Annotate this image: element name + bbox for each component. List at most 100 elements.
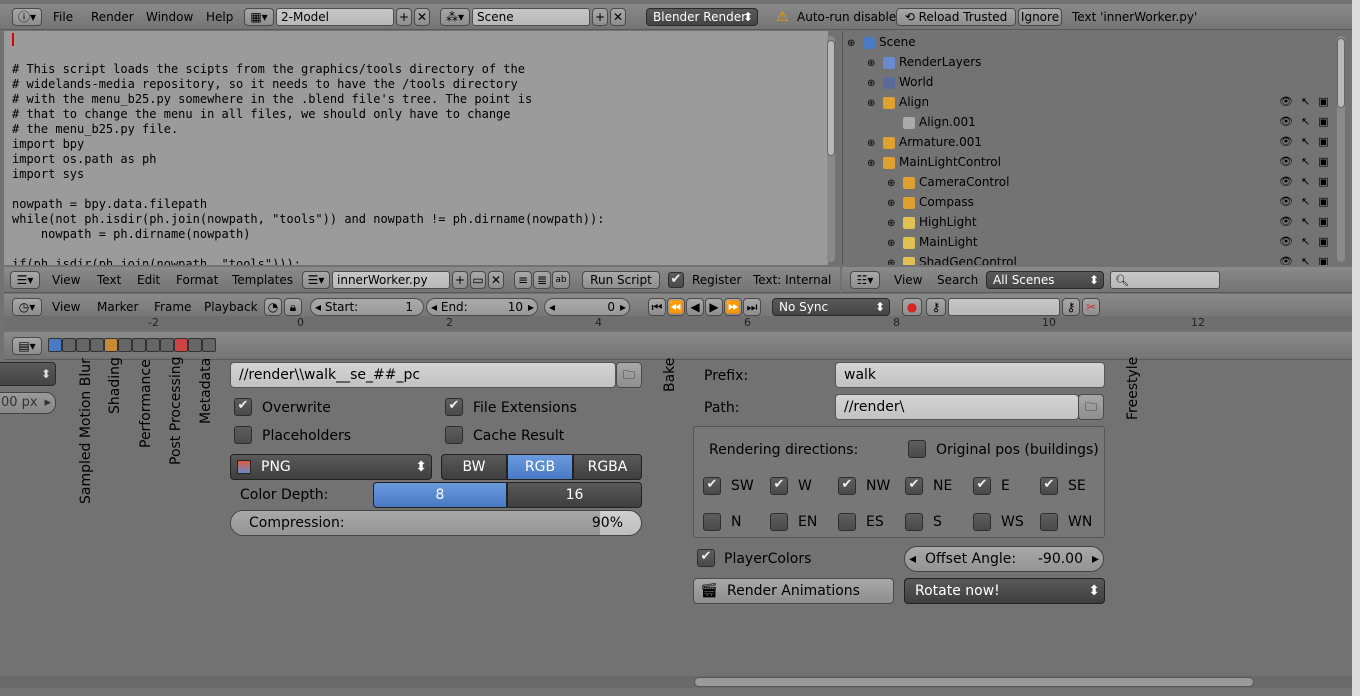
prev-keyframe-button[interactable]: ⏪ <box>667 298 685 316</box>
cursor-icon[interactable]: ↖ <box>1301 175 1318 188</box>
menu-format[interactable]: Format <box>176 273 218 287</box>
menu-view[interactable]: View <box>894 273 922 287</box>
visibility-toggles[interactable]: 👁︎↖▣ <box>1279 172 1336 192</box>
camera-icon[interactable]: ▣ <box>1318 175 1336 188</box>
placeholders-checkbox[interactable] <box>234 426 252 444</box>
text-file-field[interactable]: innerWorker.py <box>332 271 450 289</box>
expand-icon[interactable]: ⊕ <box>887 254 899 265</box>
expand-icon[interactable]: ⊕ <box>887 214 899 234</box>
eye-icon[interactable]: 👁︎ <box>1279 195 1301 208</box>
output-path-field[interactable]: //render\\walk__se_##_pc <box>230 362 616 388</box>
output-path-browse-button[interactable]: 🗀 <box>616 362 642 388</box>
outliner-row[interactable]: ⊕ Armature.001 <box>867 132 982 152</box>
layout-icon-button[interactable]: ▦▾ <box>244 8 274 26</box>
rotate-now-select[interactable]: Rotate now! ⬍ <box>904 578 1105 604</box>
render-animations-button[interactable]: 🎬︎ Render Animations <box>693 578 894 604</box>
keying-set-icon-button[interactable]: ⚷ <box>926 298 946 316</box>
cursor-icon[interactable]: ↖ <box>1301 95 1318 108</box>
particles-icon[interactable] <box>188 337 202 352</box>
outliner-row[interactable]: ⊕ Compass <box>887 192 974 212</box>
outliner-row[interactable]: ⊕ MainLight <box>887 232 978 252</box>
direction-checkbox[interactable] <box>905 513 923 531</box>
timeline-ruler[interactable]: -2 0 2 4 6 8 10 12 <box>4 316 1352 330</box>
scrollbar-thumb[interactable] <box>1337 38 1345 108</box>
cache-result-checkbox[interactable] <box>445 426 463 444</box>
play-button[interactable]: ▶ <box>705 298 723 316</box>
render-tab-icon[interactable] <box>48 337 62 352</box>
eye-icon[interactable]: 👁︎ <box>1279 255 1301 265</box>
modifiers-icon[interactable] <box>132 337 146 352</box>
expand-icon[interactable]: ⊕ <box>867 54 879 74</box>
expand-icon[interactable]: ⊕ <box>867 94 879 114</box>
menu-help[interactable]: Help <box>206 10 233 24</box>
layout-remove-button[interactable]: ✕ <box>414 8 430 26</box>
color-mode-bw[interactable]: BW <box>441 454 507 480</box>
visibility-toggles[interactable]: 👁︎↖▣ <box>1279 252 1336 265</box>
physics-icon[interactable] <box>202 337 216 352</box>
direction-checkbox[interactable] <box>770 513 788 531</box>
visibility-toggles[interactable]: 👁︎↖▣ <box>1279 132 1336 152</box>
render-engine-select[interactable]: Blender Render ⬍ <box>646 8 758 26</box>
render-layers-icon[interactable] <box>62 337 76 352</box>
start-frame-field[interactable]: ◂ Start: 1 <box>310 298 424 316</box>
menu-frame[interactable]: Frame <box>154 300 191 314</box>
tab-sampled-motion-blur[interactable]: Sampled Motion Blur <box>78 358 94 504</box>
next-keyframe-button[interactable]: ⏩ <box>724 298 742 316</box>
cursor-icon[interactable]: ↖ <box>1301 255 1318 265</box>
camera-icon[interactable]: ▣ <box>1318 115 1336 128</box>
expand-icon[interactable]: ⊕ <box>867 74 879 94</box>
ignore-button[interactable]: Ignore <box>1018 8 1062 26</box>
outliner-search-input[interactable]: 🔍︎ <box>1110 271 1220 289</box>
original-pos-checkbox[interactable] <box>908 440 926 458</box>
word-wrap-toggle[interactable]: ≣ <box>533 271 551 289</box>
menu-file[interactable]: File <box>53 10 73 24</box>
text-new-button[interactable]: + <box>452 271 468 289</box>
outliner-row[interactable]: Align.001 <box>887 112 976 132</box>
line-numbers-toggle[interactable]: ≡ <box>514 271 532 289</box>
camera-icon[interactable]: ▣ <box>1318 235 1336 248</box>
camera-icon[interactable]: ▣ <box>1318 155 1336 168</box>
editor-type-button[interactable]: ◷▾ <box>12 298 42 316</box>
outliner-row[interactable]: ⊕ CameraControl <box>887 172 1009 192</box>
left-dropdown[interactable]: ⬍ <box>0 362 56 386</box>
text-editor-scrollbar[interactable] <box>827 36 835 262</box>
sync-mode-select[interactable]: No Sync ⬍ <box>772 298 890 316</box>
path-browse-button[interactable]: 🗀 <box>1078 394 1104 420</box>
scene-icon[interactable] <box>76 337 90 352</box>
editor-type-button[interactable]: ☰▾ <box>10 271 40 289</box>
visibility-toggles[interactable]: 👁︎↖▣ <box>1279 112 1336 132</box>
color-mode-rgb[interactable]: RGB <box>507 454 573 480</box>
outliner-row[interactable]: ⊕ RenderLayers <box>867 52 981 72</box>
register-checkbox[interactable] <box>668 272 684 288</box>
path-field[interactable]: //render\ <box>835 394 1079 420</box>
menu-window[interactable]: Window <box>146 10 193 24</box>
preview-range-toggle[interactable]: ◔ <box>264 298 282 316</box>
camera-icon[interactable]: ▣ <box>1318 215 1336 228</box>
current-frame-field[interactable]: ◂ 0 ▸ <box>544 298 630 316</box>
editor-type-button[interactable]: ☷▾ <box>850 271 880 289</box>
visibility-toggles[interactable]: 👁︎↖▣ <box>1279 232 1336 252</box>
end-frame-field[interactable]: ◂ End: 10 ▸ <box>426 298 538 316</box>
tab-freestyle[interactable]: Freestyle <box>1125 357 1141 420</box>
direction-checkbox[interactable] <box>770 477 788 495</box>
direction-checkbox[interactable] <box>703 477 721 495</box>
expand-icon[interactable]: ⊕ <box>847 34 859 54</box>
camera-icon[interactable]: ▣ <box>1318 135 1336 148</box>
text-editor[interactable]: # This script loads the scipts from the … <box>4 31 828 265</box>
cursor-icon[interactable]: ↖ <box>1301 195 1318 208</box>
texture-icon[interactable] <box>174 337 188 352</box>
cursor-icon[interactable]: ↖ <box>1301 215 1318 228</box>
lock-range-toggle[interactable]: 🔒︎ <box>284 298 302 316</box>
outliner[interactable]: ⊕ Scene ⊕ RenderLayers ⊕ World ⊕ Align 👁︎↖▣ Align… <box>842 31 1336 265</box>
data-icon[interactable] <box>146 337 160 352</box>
tab-post-processing[interactable]: Post Processing <box>168 357 184 466</box>
expand-icon[interactable]: ⊕ <box>887 194 899 214</box>
layout-field[interactable]: 2-Model <box>276 8 394 26</box>
compression-slider[interactable]: Compression: 90% <box>230 510 642 536</box>
text-browse-button[interactable]: ☰▾ <box>302 271 330 289</box>
scrollbar-thumb[interactable] <box>827 40 835 156</box>
tab-performance[interactable]: Performance <box>138 359 154 448</box>
outliner-row[interactable]: ⊕ Scene <box>847 32 916 52</box>
reload-trusted-button[interactable]: ⟲ Reload Trusted <box>896 8 1016 26</box>
run-script-button[interactable]: Run Script <box>582 271 660 289</box>
